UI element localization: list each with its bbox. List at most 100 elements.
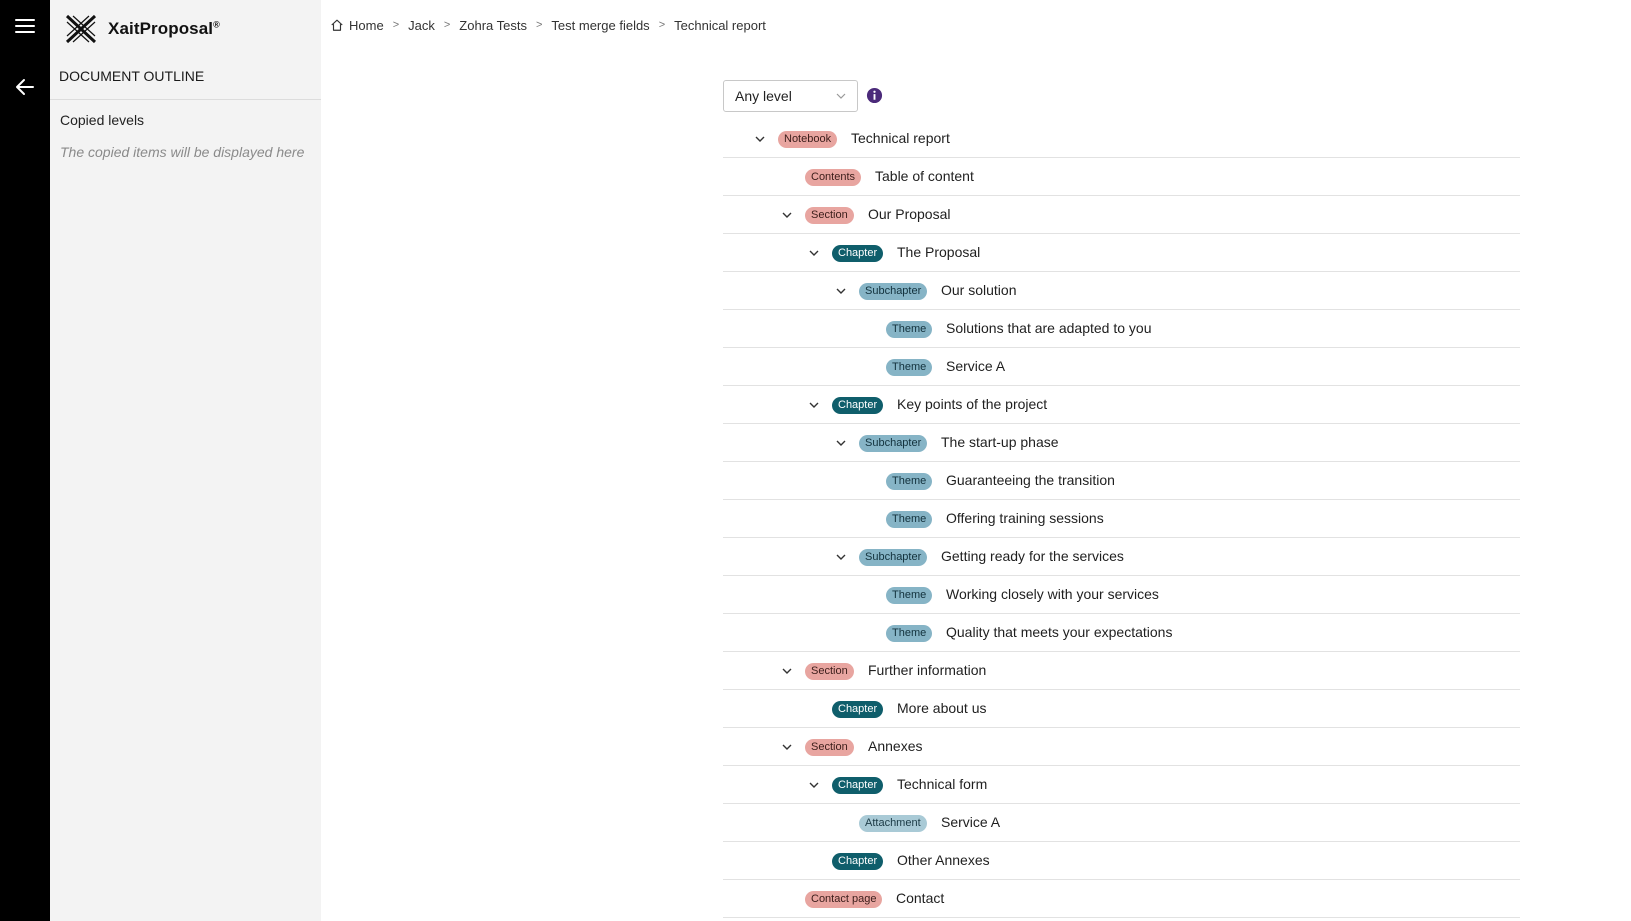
chevron-down-icon[interactable] xyxy=(781,741,793,753)
outline-row-title[interactable]: More about us xyxy=(897,700,987,716)
level-type-badge: Theme xyxy=(886,473,933,490)
outline-row-title[interactable]: Other Annexes xyxy=(897,852,990,868)
chevron-down-icon[interactable] xyxy=(835,437,847,449)
home-icon[interactable] xyxy=(330,18,344,32)
outline-row-title[interactable]: Our Proposal xyxy=(868,206,950,222)
level-filter-select[interactable]: Any level xyxy=(723,80,858,112)
breadcrumb: Home > Jack > Zohra Tests > Test merge f… xyxy=(330,16,766,34)
outline-row[interactable]: Theme Quality that meets your expectation… xyxy=(723,614,1520,652)
chevron-down-icon[interactable] xyxy=(781,665,793,677)
outline-row-title[interactable]: Service A xyxy=(941,814,1000,830)
outline-row[interactable]: Section Further information xyxy=(723,652,1520,690)
outline-row[interactable]: Chapter Other Annexes xyxy=(723,842,1520,880)
outline-row-title[interactable]: Offering training sessions xyxy=(946,510,1104,526)
chevron-down-icon[interactable] xyxy=(808,779,820,791)
outline-row-title[interactable]: The Proposal xyxy=(897,244,980,260)
outline-row[interactable]: Section Our Proposal xyxy=(723,196,1520,234)
outline-row-title[interactable]: Contact xyxy=(896,890,944,906)
outline-row[interactable]: Theme Working closely with your services xyxy=(723,576,1520,614)
app-brand-name: XaitProposal® xyxy=(108,19,220,38)
hamburger-icon[interactable] xyxy=(13,14,37,38)
level-type-badge: Chapter xyxy=(832,245,884,262)
outline-title: DOCUMENT OUTLINE xyxy=(59,68,205,84)
breadcrumb-separator: > xyxy=(443,19,451,31)
chevron-down-icon[interactable] xyxy=(808,247,820,259)
chevron-down-icon[interactable] xyxy=(835,551,847,563)
level-type-badge: Contact page xyxy=(805,891,883,908)
level-type-badge: Theme xyxy=(886,511,933,528)
outline-row-title[interactable]: Working closely with your services xyxy=(946,586,1159,602)
breadcrumb-separator: > xyxy=(658,19,666,31)
chevron-down-icon[interactable] xyxy=(754,133,766,145)
outline-row[interactable]: Chapter The Proposal xyxy=(723,234,1520,272)
level-type-badge: Theme xyxy=(886,359,933,376)
outline-row[interactable]: Subchapter The start-up phase xyxy=(723,424,1520,462)
copied-levels-label: Copied levels xyxy=(60,112,145,128)
chevron-down-icon[interactable] xyxy=(781,209,793,221)
app-rail xyxy=(0,0,50,921)
level-type-badge: Theme xyxy=(886,321,933,338)
outline-row-title[interactable]: Service A xyxy=(946,358,1005,374)
copied-levels-hint: The copied items will be displayed here xyxy=(60,144,305,160)
outline-row-title[interactable]: Technical report xyxy=(851,130,950,146)
outline-row-title[interactable]: Technical form xyxy=(897,776,987,792)
chevron-down-icon[interactable] xyxy=(835,285,847,297)
outline-row[interactable]: Section Annexes xyxy=(723,728,1520,766)
outline-row[interactable]: Notebook Technical report xyxy=(723,120,1520,158)
outline-row[interactable]: Contents Table of content xyxy=(723,158,1520,196)
breadcrumb-separator: > xyxy=(392,19,400,31)
level-type-badge: Subchapter xyxy=(859,283,928,300)
outline-row[interactable]: Chapter More about us xyxy=(723,690,1520,728)
outline-row[interactable]: Chapter Key points of the project xyxy=(723,386,1520,424)
outline-row-title[interactable]: Guaranteeing the transition xyxy=(946,472,1115,488)
breadcrumb-technical-report[interactable]: Technical report xyxy=(674,18,766,33)
outline-row-title[interactable]: Key points of the project xyxy=(897,396,1047,412)
outline-row[interactable]: Chapter Technical form xyxy=(723,766,1520,804)
outline-row[interactable]: Theme Guaranteeing the transition xyxy=(723,462,1520,500)
level-type-badge: Section xyxy=(805,663,854,680)
level-type-badge: Theme xyxy=(886,587,933,604)
level-type-badge: Theme xyxy=(886,625,933,642)
outline-row[interactable]: Theme Service A xyxy=(723,348,1520,386)
outline-row[interactable]: Subchapter Getting ready for the services xyxy=(723,538,1520,576)
level-type-badge: Contents xyxy=(805,169,862,186)
outline-row[interactable]: Attachment Service A xyxy=(723,804,1520,842)
outline-row[interactable]: Subchapter Our solution xyxy=(723,272,1520,310)
outline-tree: Notebook Technical report Contents Table of… xyxy=(723,120,1520,918)
breadcrumb-jack[interactable]: Jack xyxy=(408,18,435,33)
level-type-badge: Subchapter xyxy=(859,549,928,566)
chevron-down-icon xyxy=(836,93,846,99)
level-type-badge: Subchapter xyxy=(859,435,928,452)
document-outline-panel: XaitProposal® DOCUMENT OUTLINE Copied le… xyxy=(50,0,321,921)
info-icon[interactable] xyxy=(866,87,883,104)
level-type-badge: Attachment xyxy=(859,815,927,832)
breadcrumb-separator: > xyxy=(535,19,543,31)
level-type-badge: Chapter xyxy=(832,777,884,794)
outline-row-title[interactable]: Further information xyxy=(868,662,986,678)
app-logo[interactable]: XaitProposal® xyxy=(64,14,220,44)
level-type-badge: Notebook xyxy=(778,131,838,148)
outline-row-title[interactable]: Table of content xyxy=(875,168,974,184)
level-type-badge: Section xyxy=(805,207,854,224)
level-type-badge: Chapter xyxy=(832,853,884,870)
outline-row-title[interactable]: Solutions that are adapted to you xyxy=(946,320,1151,336)
level-type-badge: Chapter xyxy=(832,701,884,718)
chevron-down-icon[interactable] xyxy=(808,399,820,411)
outline-row[interactable]: Theme Solutions that are adapted to you xyxy=(723,310,1520,348)
outline-row-title[interactable]: Our solution xyxy=(941,282,1016,298)
outline-row-title[interactable]: The start-up phase xyxy=(941,434,1059,450)
level-filter-value: Any level xyxy=(735,88,792,104)
xait-logo-icon xyxy=(65,14,97,44)
outline-row-title[interactable]: Annexes xyxy=(868,738,922,754)
breadcrumb-home[interactable]: Home xyxy=(349,18,384,33)
breadcrumb-test-merge-fields[interactable]: Test merge fields xyxy=(551,18,649,33)
outline-row-title[interactable]: Getting ready for the services xyxy=(941,548,1124,564)
level-type-badge: Section xyxy=(805,739,854,756)
arrow-left-icon[interactable] xyxy=(13,75,37,99)
outline-row[interactable]: Contact page Contact xyxy=(723,880,1520,918)
breadcrumb-zohra-tests[interactable]: Zohra Tests xyxy=(459,18,527,33)
divider xyxy=(50,99,321,100)
outline-row-title[interactable]: Quality that meets your expectations xyxy=(946,624,1172,640)
level-type-badge: Chapter xyxy=(832,397,884,414)
outline-row[interactable]: Theme Offering training sessions xyxy=(723,500,1520,538)
